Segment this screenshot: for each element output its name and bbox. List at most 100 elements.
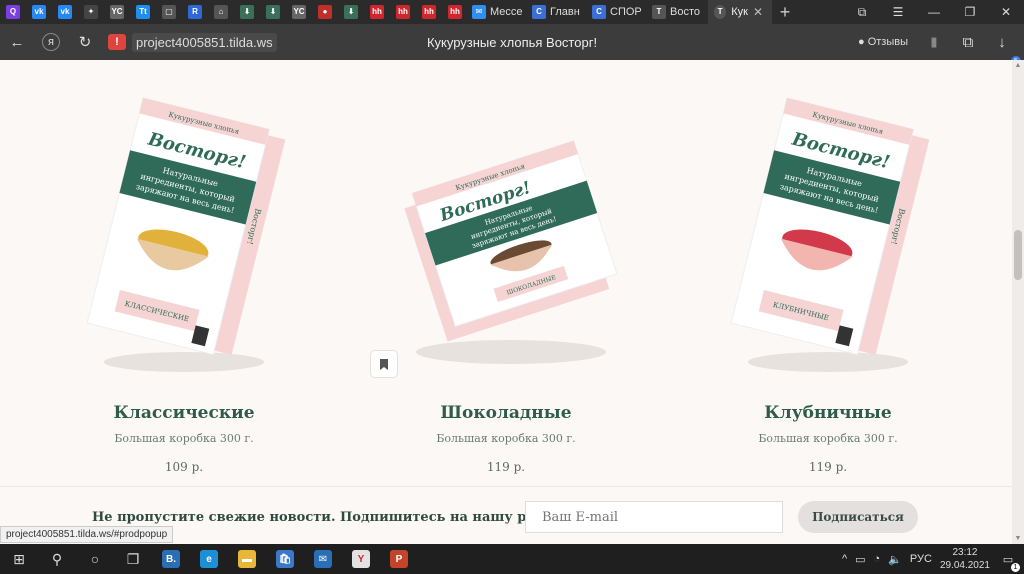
system-tray: ^ ▭ ◔ 🔈 РУС 23:12 29.04.2021 ▭ 1 xyxy=(842,546,1024,572)
product-price: 109 р. xyxy=(164,460,204,474)
r-favicon-icon: R xyxy=(188,5,202,19)
profile-icon[interactable]: ☰ xyxy=(880,0,916,24)
tab-label: СПОР xyxy=(610,6,642,18)
language-indicator[interactable]: РУС xyxy=(910,553,932,565)
reload-icon[interactable]: ↻ xyxy=(68,24,102,60)
news-tab-icon[interactable]: YC xyxy=(104,0,130,24)
powerpoint-icon[interactable]: P xyxy=(380,544,418,574)
active-tab[interactable]: T Кук ✕ xyxy=(708,0,772,24)
email-input[interactable] xyxy=(525,501,783,533)
volume-icon[interactable]: 🔈 xyxy=(888,553,902,566)
search-icon[interactable]: ⚲ xyxy=(38,544,76,574)
yandex-tab-icon[interactable]: Q xyxy=(0,0,26,24)
scrollbar-thumb[interactable] xyxy=(1014,230,1022,280)
taskbar: ⊞ ⚲ ○ ❐ B. e ▬ 🛍 ✉ Y P ^ ▭ ◔ 🔈 РУС 23:12 29.04.202… xyxy=(0,544,1024,574)
subscribe-button[interactable]: Подписаться xyxy=(798,501,918,533)
notification-count: 1 xyxy=(1011,562,1020,572)
chevron-up-icon[interactable]: ^ xyxy=(842,553,847,565)
vk-tab-icon-2[interactable]: vk xyxy=(52,0,78,24)
scrollbar[interactable]: ▲ ▼ xyxy=(1012,60,1024,544)
new-tab-button[interactable]: + xyxy=(772,0,798,24)
bookmark-button[interactable] xyxy=(370,350,398,378)
collections-panel-icon[interactable]: ⧉ xyxy=(954,24,982,60)
scroll-down-icon[interactable]: ▼ xyxy=(1014,535,1022,542)
vostorg-tab[interactable]: T Восто xyxy=(648,0,708,24)
address-bar[interactable]: ! project4005851.tilda.ws xyxy=(104,30,281,54)
hh-tab-icon[interactable]: hh xyxy=(364,0,390,24)
tab-strip: Qvk vk ✦ YC Tt ▢ R ⌂ ⬇ ⬇ YC ● ⬇ hh hh hh hh ✉ Мессе C Главн C… xyxy=(0,0,1024,24)
cereal-box-image[interactable]: Кукурузные хлопьяВосторг!Натуральныеингр… xyxy=(376,90,636,390)
window-tab-icon[interactable]: ▢ xyxy=(156,0,182,24)
cereal-box-image[interactable]: Восторг!Кукурузные хлопьяВосторг!Натурал… xyxy=(54,90,314,390)
vk-tab-icon[interactable]: vk xyxy=(26,0,52,24)
main-tab[interactable]: C Главн xyxy=(528,0,588,24)
minimize-icon[interactable]: — xyxy=(916,0,952,24)
yandex-browser-icon-glyph: Y xyxy=(352,550,370,568)
close-window-icon[interactable]: ✕ xyxy=(988,0,1024,24)
mail-icon[interactable]: ✉ xyxy=(304,544,342,574)
cortana-icon[interactable]: ○ xyxy=(76,544,114,574)
tab-label: Восто xyxy=(670,6,700,18)
product-card-chocolate[interactable]: Кукурузные хлопья Восторг! Натуральные ингр… xyxy=(376,60,636,480)
notifications-icon[interactable]: ▭ 1 xyxy=(998,553,1020,572)
collections-icon[interactable]: ⧉ xyxy=(844,0,880,24)
pin-tab-icon-2[interactable]: ⬇ xyxy=(260,0,286,24)
hh-favicon-icon: hh xyxy=(448,5,462,19)
url-text[interactable]: project4005851.tilda.ws xyxy=(132,32,277,52)
reviews-button[interactable]: ● Отзывы xyxy=(858,36,914,48)
store-icon[interactable]: 🛍 xyxy=(266,544,304,574)
battery-icon[interactable]: ▭ xyxy=(855,553,865,566)
box-shadow xyxy=(416,340,606,364)
pin-tab-icon-3[interactable]: ⬇ xyxy=(338,0,364,24)
sparkle-tab-icon[interactable]: ✦ xyxy=(78,0,104,24)
yandex-logo-icon[interactable]: я xyxy=(42,33,60,51)
yandex-browser-icon[interactable]: Y xyxy=(342,544,380,574)
b-app-icon[interactable]: B. xyxy=(152,544,190,574)
tilda-favicon-icon: T xyxy=(714,5,727,19)
hh-tab-icon-2[interactable]: hh xyxy=(390,0,416,24)
red-tab-icon[interactable]: ● xyxy=(312,0,338,24)
b-app-icon-glyph: B. xyxy=(162,550,180,568)
product-name[interactable]: Классические xyxy=(54,403,314,423)
cereal-box-image[interactable]: Восторг!Кукурузные хлопьяВосторг!Натурал… xyxy=(698,90,958,390)
product-card-strawberry[interactable]: Восторг! Кукурузные хлопья Восторг! Натурал… xyxy=(698,60,958,480)
messenger-tab[interactable]: ✉ Мессе xyxy=(468,0,528,24)
product-description: Большая коробка 300 г. xyxy=(436,432,576,445)
r-tab-icon[interactable]: R xyxy=(182,0,208,24)
clock[interactable]: 23:12 29.04.2021 xyxy=(940,546,990,572)
downloads-icon[interactable]: ↓5 xyxy=(988,24,1021,66)
folder-icon[interactable]: ▬ xyxy=(228,544,266,574)
box-shadow xyxy=(104,352,264,372)
tab-label: Кук xyxy=(731,6,748,18)
windows-start-icon[interactable]: ⊞ xyxy=(0,544,38,574)
pin-tab-icon[interactable]: ⬇ xyxy=(234,0,260,24)
product-card-classic[interactable]: Восторг! Кукурузные хлопья Восторг! Натурал… xyxy=(54,60,314,480)
network-icon[interactable]: ◔ xyxy=(874,553,881,565)
main-favicon-icon: C xyxy=(532,5,546,19)
pin-favicon-icon: ⬇ xyxy=(344,5,358,19)
task-view-icon[interactable]: ❐ xyxy=(114,544,152,574)
product-name[interactable]: Клубничные xyxy=(698,403,958,423)
sport-tab[interactable]: C СПОР xyxy=(588,0,648,24)
box-shadow xyxy=(748,352,908,372)
hh-favicon-icon: hh xyxy=(370,5,384,19)
restore-icon[interactable]: ❐ xyxy=(952,0,988,24)
bookmark-icon[interactable]: ▮ xyxy=(920,24,948,60)
scroll-up-icon[interactable]: ▲ xyxy=(1014,62,1022,69)
folder-icon-glyph: ▬ xyxy=(238,550,256,568)
museum-tab-icon[interactable]: ⌂ xyxy=(208,0,234,24)
close-tab-icon[interactable]: ✕ xyxy=(753,5,763,19)
status-bar-link: project4005851.tilda.ws/#prodpopup xyxy=(0,526,174,543)
back-arrow-icon[interactable]: ← xyxy=(0,24,34,60)
navigation-bar: ← я ↻ ! project4005851.tilda.ws Кукурузн… xyxy=(0,24,1024,66)
hh-tab-icon-3[interactable]: hh xyxy=(416,0,442,24)
sport-favicon-icon: C xyxy=(592,5,606,19)
tt-tab-icon[interactable]: Tt xyxy=(130,0,156,24)
news-tab-icon-2[interactable]: YC xyxy=(286,0,312,24)
product-name[interactable]: Шоколадные xyxy=(376,403,636,423)
hh-tab-icon-4[interactable]: hh xyxy=(442,0,468,24)
warning-icon[interactable]: ! xyxy=(108,34,126,50)
hh-favicon-icon: hh xyxy=(422,5,436,19)
tt-favicon-icon: Tt xyxy=(136,5,150,19)
edge-icon[interactable]: e xyxy=(190,544,228,574)
